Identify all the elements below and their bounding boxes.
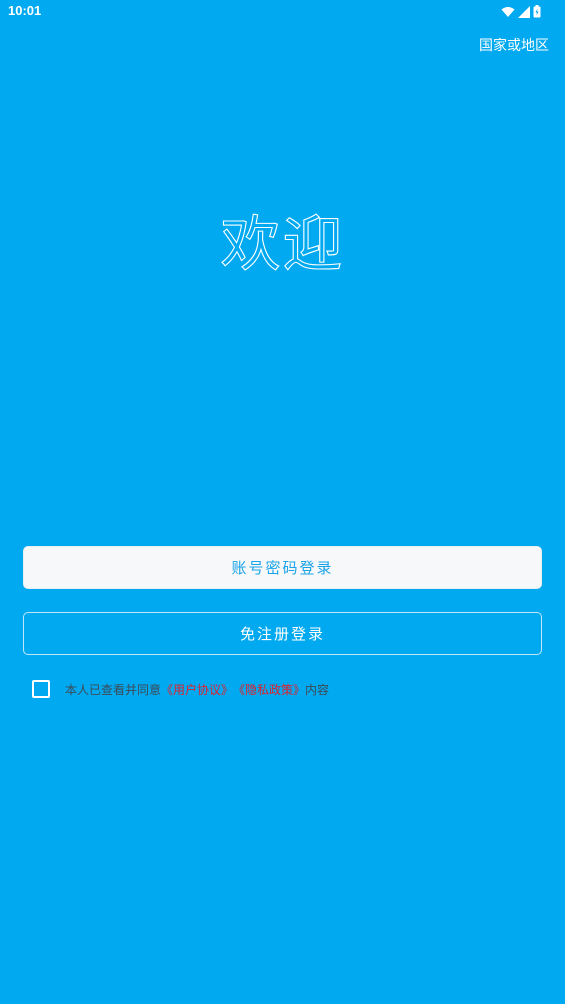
agreement-suffix-text: 内容 — [305, 682, 330, 697]
password-login-button[interactable]: 账号密码登录 — [23, 546, 542, 589]
agreement-prefix-text: 本人已查看并同意 — [65, 682, 162, 697]
quick-login-button[interactable]: 免注册登录 — [23, 612, 542, 655]
agreement-checkbox[interactable] — [32, 680, 50, 698]
user-agreement-link[interactable]: 《用户协议》 — [161, 681, 233, 698]
status-time: 10:01 — [8, 3, 42, 18]
status-icons — [501, 4, 541, 20]
signal-icon — [518, 3, 530, 22]
country-region-link[interactable]: 国家或地区 — [479, 35, 549, 55]
battery-icon — [533, 3, 541, 22]
welcome-title: 欢迎 — [220, 209, 345, 280]
status-bar: 10:01 — [0, 0, 565, 24]
privacy-policy-link[interactable]: 《隐私政策》 — [233, 681, 305, 698]
agreement-row: 本人已查看并同意 《用户协议》 《隐私政策》 内容 — [32, 679, 329, 699]
wifi-icon — [501, 3, 515, 22]
